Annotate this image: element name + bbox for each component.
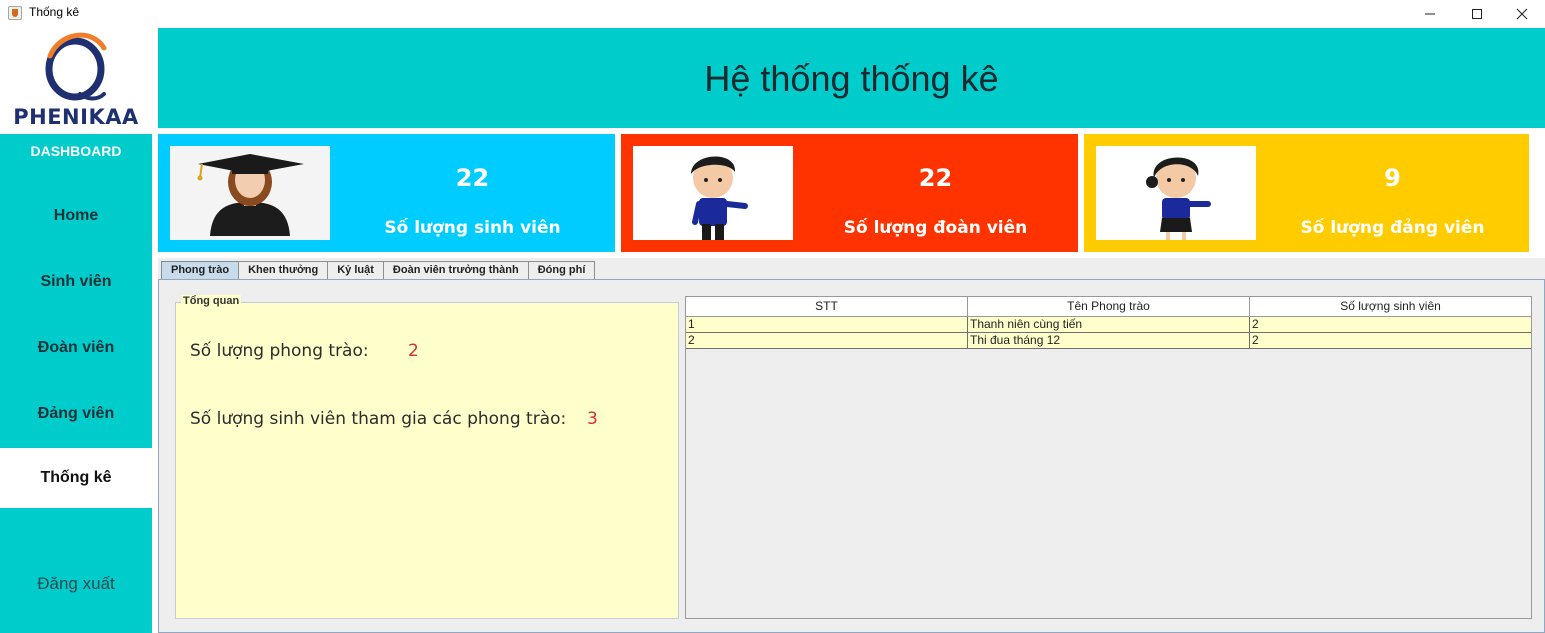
girl-uniform-icon: [1096, 146, 1256, 240]
logout-button[interactable]: Đăng xuất: [0, 574, 152, 594]
header-banner: Hệ thống thống kê: [158, 28, 1545, 128]
tab-discipline[interactable]: Kỷ luật: [327, 261, 384, 279]
table-row[interactable]: 2 Thi đua tháng 12 2: [686, 333, 1531, 349]
sidebar-heading: DASHBOARD: [30, 143, 122, 159]
card-union-members: 22 Số lượng đoàn viên: [621, 134, 1078, 252]
tab-matured-members[interactable]: Đoàn viên trưởng thành: [382, 261, 529, 279]
tabbed-pane: Phong trào Khen thưởng Kỷ luật Đoàn viên…: [158, 258, 1545, 633]
cell-student-count[interactable]: 2: [1250, 317, 1531, 332]
tab-strip: Phong trào Khen thưởng Kỷ luật Đoàn viên…: [161, 261, 596, 279]
movements-table[interactable]: STT Tên Phong trào Số lượng sinh viên 1 …: [685, 296, 1532, 619]
movements-count-value: 2: [408, 341, 419, 361]
cell-stt[interactable]: 1: [686, 317, 968, 332]
maximize-icon: [1472, 9, 1482, 19]
logo-panel: PHENIKAA: [0, 28, 152, 129]
sidebar-item-statistics[interactable]: Thống kê: [0, 448, 152, 508]
minimize-icon: [1425, 13, 1435, 15]
cell-movement-name[interactable]: Thi đua tháng 12: [968, 333, 1250, 348]
minimize-button[interactable]: [1407, 0, 1453, 28]
cell-movement-name[interactable]: Thanh niên cùng tiến: [968, 317, 1250, 332]
maximize-button[interactable]: [1454, 0, 1500, 28]
column-header-stt[interactable]: STT: [686, 297, 968, 316]
tab-content-panel: Tổng quan Số lượng phong trào: 2 Số lượn…: [158, 279, 1545, 633]
overview-panel: Tổng quan Số lượng phong trào: 2 Số lượn…: [175, 295, 679, 619]
tab-fees[interactable]: Đóng phí: [527, 261, 596, 279]
card-image: [170, 146, 330, 240]
card-value: 9: [1384, 164, 1401, 192]
cell-student-count[interactable]: 2: [1250, 333, 1531, 348]
card-value: 22: [455, 164, 490, 192]
participants-count-label: Số lượng sinh viên tham gia các phong tr…: [190, 409, 567, 429]
sidebar-item-party-members[interactable]: Đảng viên: [0, 384, 152, 444]
card-students: 22 Số lượng sinh viên: [158, 134, 615, 252]
logo-text: PHENIKAA: [13, 105, 139, 129]
close-icon: [1516, 8, 1528, 20]
boy-uniform-icon: [633, 146, 793, 240]
participants-count-value: 3: [587, 409, 598, 429]
java-app-icon: [8, 6, 22, 20]
window-titlebar: Thống kê: [0, 0, 1545, 28]
close-button[interactable]: [1499, 0, 1545, 28]
movements-count-label: Số lượng phong trào:: [190, 341, 369, 361]
table-row[interactable]: 1 Thanh niên cùng tiến 2: [686, 317, 1531, 333]
card-label: Số lượng đảng viên: [1300, 218, 1485, 238]
column-header-student-count[interactable]: Số lượng sinh viên: [1250, 297, 1531, 316]
phenikaa-logo-icon: [45, 32, 107, 101]
window-title: Thống kê: [29, 5, 80, 19]
graduate-girl-icon: [170, 146, 330, 240]
card-label: Số lượng đoàn viên: [843, 218, 1028, 238]
card-value: 22: [918, 164, 953, 192]
card-label: Số lượng sinh viên: [384, 218, 561, 238]
tab-rewards[interactable]: Khen thưởng: [238, 261, 329, 279]
sidebar-item-home[interactable]: Home: [0, 186, 152, 246]
card-image: [633, 146, 793, 240]
overview-legend: Tổng quan: [181, 295, 242, 307]
sidebar-item-union-members[interactable]: Đoàn viên: [0, 318, 152, 378]
page-title: Hệ thống thống kê: [704, 58, 999, 99]
table-header: STT Tên Phong trào Số lượng sinh viên: [686, 297, 1531, 317]
cell-stt[interactable]: 2: [686, 333, 968, 348]
sidebar-item-students[interactable]: Sinh viên: [0, 252, 152, 312]
card-image: [1096, 146, 1256, 240]
tab-movements[interactable]: Phong trào: [161, 261, 240, 279]
sidebar: DASHBOARD Home Sinh viên Đoàn viên Đảng …: [0, 134, 152, 633]
card-party-members: 9 Số lượng đảng viên: [1084, 134, 1529, 252]
column-header-movement-name[interactable]: Tên Phong trào: [968, 297, 1250, 316]
